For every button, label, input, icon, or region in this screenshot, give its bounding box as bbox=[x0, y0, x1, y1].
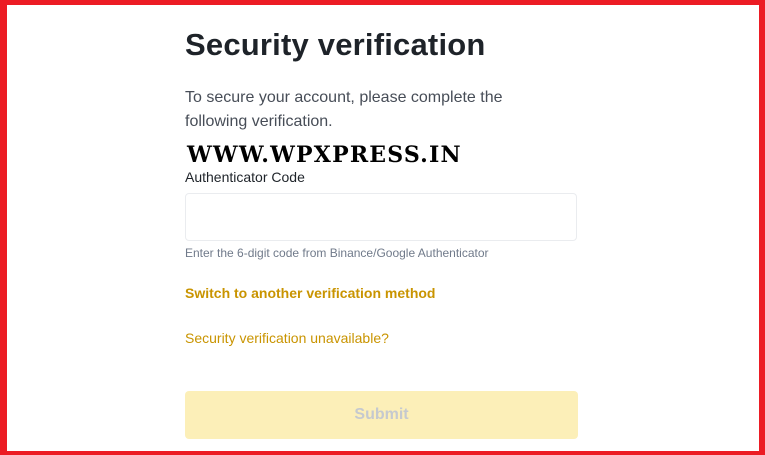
screenshot-frame: Security verification To secure your acc… bbox=[0, 0, 765, 455]
authenticator-code-input[interactable] bbox=[185, 193, 577, 241]
switch-verification-method-link[interactable]: Switch to another verification method bbox=[185, 285, 435, 301]
authenticator-helper-text: Enter the 6-digit code from Binance/Goog… bbox=[185, 246, 489, 260]
authenticator-code-label: Authenticator Code bbox=[185, 169, 305, 185]
verification-unavailable-link[interactable]: Security verification unavailable? bbox=[185, 330, 389, 346]
submit-button[interactable]: Submit bbox=[185, 391, 578, 439]
page-subtitle: To secure your account, please complete … bbox=[185, 89, 503, 130]
watermark-text: WWW.WPXPRESS.IN bbox=[187, 142, 462, 168]
page-title: Security verification bbox=[185, 27, 486, 62]
